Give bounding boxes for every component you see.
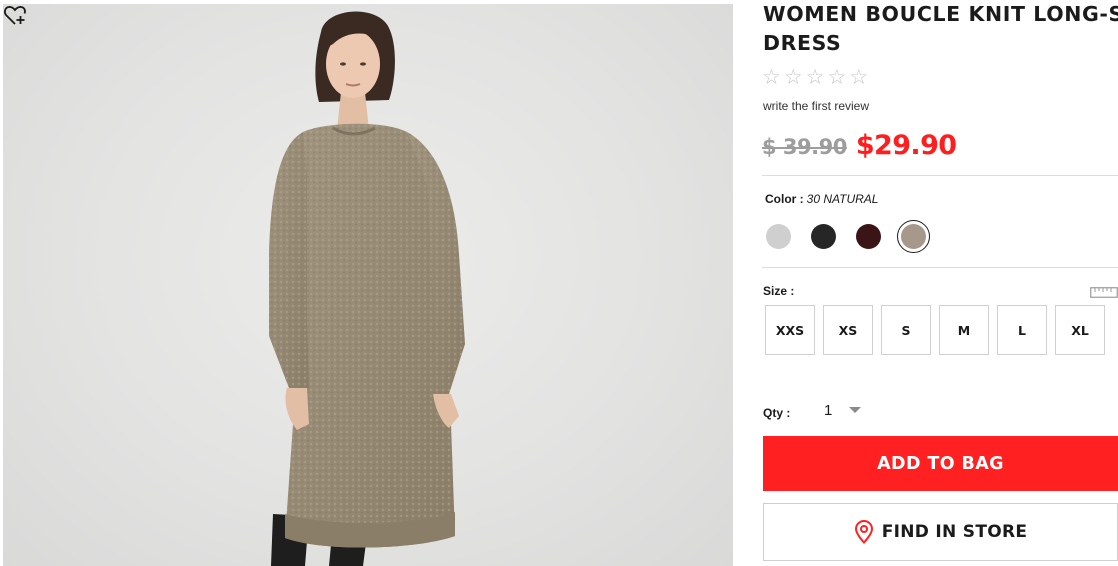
- ruler-icon[interactable]: [1090, 283, 1118, 298]
- size-option-m[interactable]: M: [939, 305, 989, 355]
- original-price: $ 39.90: [762, 135, 847, 159]
- swatch-dot: [856, 224, 881, 249]
- star-icon: ☆: [849, 65, 869, 89]
- rating-stars[interactable]: ☆ ☆ ☆ ☆ ☆: [762, 66, 868, 88]
- star-icon: ☆: [783, 65, 803, 89]
- quantity-label: Qty :: [763, 406, 791, 420]
- find-in-store-button[interactable]: FIND IN STORE: [763, 503, 1118, 561]
- star-icon: ☆: [762, 65, 781, 89]
- product-image[interactable]: [3, 4, 733, 566]
- color-swatch-light-gray[interactable]: [762, 220, 795, 253]
- divider: [762, 267, 1118, 268]
- swatch-dot: [811, 224, 836, 249]
- find-in-store-label: FIND IN STORE: [881, 522, 1028, 542]
- chevron-down-icon: [849, 407, 862, 413]
- model-illustration: [269, 11, 465, 566]
- selected-color-name: 30 NATURAL: [806, 192, 879, 206]
- quantity-value: 1: [824, 401, 833, 419]
- size-label: Size :: [763, 284, 795, 298]
- color-swatch-natural[interactable]: [897, 220, 930, 253]
- star-icon: ☆: [827, 65, 847, 89]
- divider: [762, 175, 1118, 176]
- location-pin-icon: [854, 520, 873, 544]
- quantity-select[interactable]: 1: [818, 397, 874, 423]
- sale-price: $29.90: [855, 130, 957, 161]
- size-option-xxs[interactable]: XXS: [765, 305, 815, 355]
- product-title: WOMEN BOUCLE KNIT LONG-SLEEVE DRESS: [763, 0, 1118, 60]
- swatch-dot: [901, 224, 926, 249]
- size-option-xs[interactable]: XS: [823, 305, 873, 355]
- add-to-bag-button[interactable]: ADD TO BAG: [763, 436, 1118, 491]
- color-label-text: Color :: [765, 192, 804, 206]
- color-swatch-black[interactable]: [807, 220, 840, 253]
- size-options: XXS XS S M L XL: [765, 305, 1105, 355]
- price-block: $ 39.90 $29.90: [762, 130, 957, 161]
- size-option-s[interactable]: S: [881, 305, 931, 355]
- size-option-l[interactable]: L: [997, 305, 1047, 355]
- product-title-line2: DRESS: [763, 31, 842, 55]
- write-review-link[interactable]: write the first review: [763, 99, 869, 113]
- star-icon: ☆: [805, 65, 825, 89]
- color-swatch-wine[interactable]: [852, 220, 885, 253]
- swatch-dot: [766, 224, 791, 249]
- heart-plus-icon[interactable]: [3, 4, 27, 26]
- add-to-bag-label: ADD TO BAG: [877, 453, 1004, 474]
- product-title-line1: WOMEN BOUCLE KNIT LONG-SLEEVE: [763, 2, 1118, 26]
- size-option-xl[interactable]: XL: [1055, 305, 1105, 355]
- color-label: Color :30 NATURAL: [765, 192, 878, 206]
